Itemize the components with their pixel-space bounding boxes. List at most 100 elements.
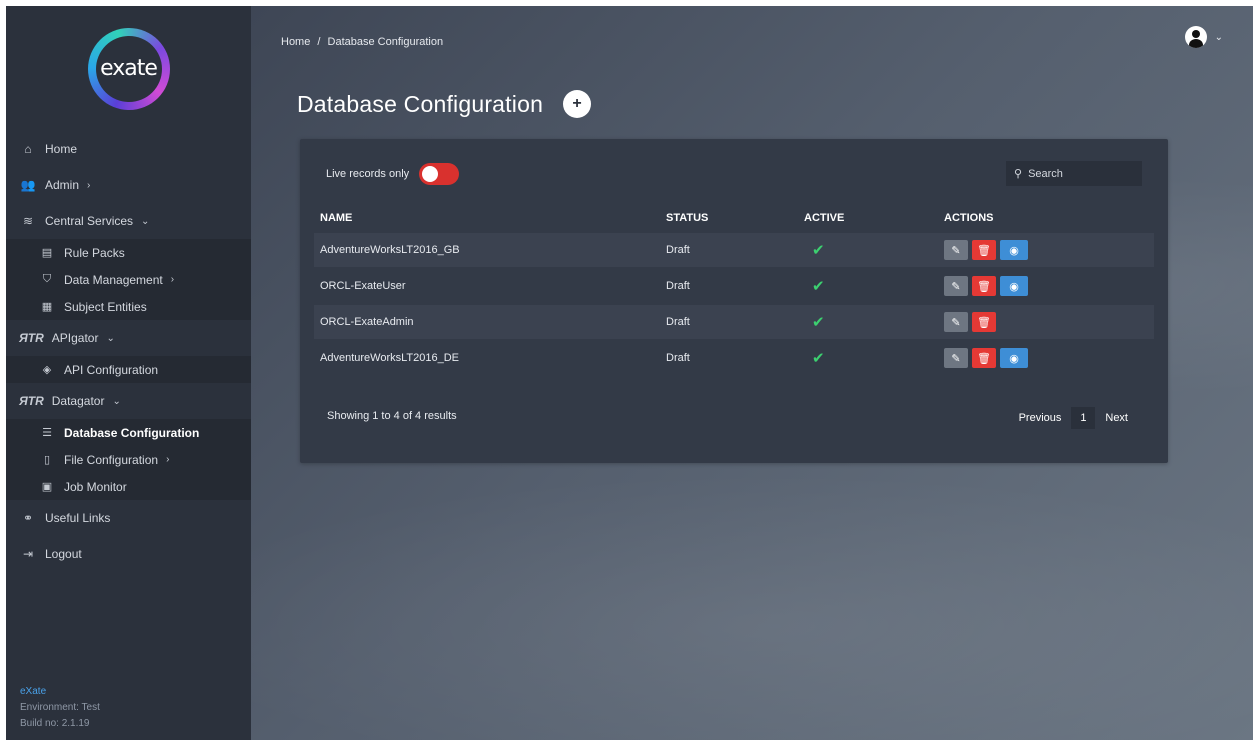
sidebar-item-data-management[interactable]: ⛉ Data Management ›	[6, 266, 251, 293]
sidebar-item-label: Home	[45, 142, 78, 156]
database-icon: ☰	[42, 427, 52, 439]
avatar[interactable]	[1184, 26, 1207, 48]
edit-button[interactable]: ✎	[944, 276, 968, 296]
sidebar-item-subject-entities[interactable]: ▦ Subject Entities	[6, 293, 251, 320]
apigator-nav: ЯTR APIgator ⌄	[6, 320, 251, 356]
build-label: Build no: 2.1.19	[20, 718, 90, 729]
row-name: AdventureWorksLT2016_DE	[320, 352, 459, 364]
breadcrumb-separator: /	[317, 36, 321, 48]
delete-button[interactable]: 🗑	[972, 276, 996, 296]
logout-icon: ⇥	[22, 547, 34, 561]
edit-button[interactable]: ✎	[944, 348, 968, 368]
chevron-right-icon: ›	[170, 274, 175, 285]
eye-icon: ◉	[1009, 280, 1019, 293]
sidebar-item-label: Job Monitor	[64, 479, 127, 494]
sidebar-item-rule-packs[interactable]: ▤ Rule Packs	[6, 239, 251, 266]
sidebar-nav: ⌂ Home 👥 Admin › ≋ Central Services ⌄	[6, 131, 251, 239]
exate-logo[interactable]: exate	[87, 27, 170, 110]
edit-button[interactable]: ✎	[944, 312, 968, 332]
sidebar-footer: eXate Environment: Test Build no: 2.1.19	[20, 684, 100, 732]
live-records-toggle[interactable]	[419, 163, 460, 185]
sidebar-item-apigator[interactable]: ЯTR APIgator ⌄	[6, 320, 251, 356]
sidebar-item-database-configuration[interactable]: ☰ Database Configuration	[6, 419, 251, 446]
delete-button[interactable]: 🗑	[972, 348, 996, 368]
pencil-icon: ✎	[951, 316, 961, 329]
delete-button[interactable]: 🗑	[972, 312, 996, 332]
sidebar-item-label: API Configuration	[64, 362, 159, 377]
column-header-status[interactable]: STATUS	[666, 212, 804, 224]
pencil-icon: ✎	[951, 244, 961, 257]
sidebar-item-datagator[interactable]: ЯTR Datagator ⌄	[6, 383, 251, 419]
breadcrumb: Home / Database Configuration	[281, 36, 443, 48]
configuration-table: NAME STATUS ACTIVE ACTIONS AdventureWork…	[314, 205, 1154, 375]
previous-page-button[interactable]: Previous	[1019, 412, 1062, 424]
sidebar-item-label: Useful Links	[45, 511, 111, 525]
sidebar-item-admin[interactable]: 👥 Admin ›	[6, 167, 251, 203]
pencil-icon: ✎	[951, 352, 961, 365]
search-box: ⚲	[1006, 161, 1142, 186]
sidebar-item-label: Admin	[45, 178, 80, 192]
sidebar-item-label: File Configuration	[64, 452, 159, 467]
view-button[interactable]: ◉	[1000, 240, 1028, 260]
column-header-active[interactable]: ACTIVE	[804, 212, 944, 224]
sidebar-item-file-configuration[interactable]: ▯ File Configuration ›	[6, 446, 251, 473]
row-active: ✔	[804, 349, 944, 367]
sidebar-item-label: Subject Entities	[64, 299, 147, 314]
user-menu[interactable]: ⌄	[1184, 26, 1223, 48]
search-input[interactable]	[1028, 167, 1129, 180]
link-icon: ⚭	[22, 511, 34, 525]
page-number-button[interactable]: 1	[1071, 407, 1096, 429]
trash-icon: 🗑	[977, 244, 991, 257]
row-status: Draft	[666, 244, 690, 256]
trash-icon: 🗑	[977, 352, 991, 365]
sidebar-item-api-configuration[interactable]: ◈ API Configuration	[6, 356, 251, 383]
apigator-logo-icon: ЯTR	[19, 331, 44, 345]
row-status: Draft	[666, 280, 690, 292]
shield-icon: ⛉	[42, 273, 52, 285]
view-button[interactable]: ◉	[1000, 276, 1028, 296]
view-button[interactable]: ◉	[1000, 348, 1028, 368]
environment-label: Environment: Test	[20, 702, 100, 713]
sidebar-item-label: Database Configuration	[64, 425, 200, 440]
chevron-right-icon: ›	[166, 454, 170, 465]
footer-brand[interactable]: eXate	[20, 684, 100, 700]
check-icon: ✔	[812, 242, 825, 259]
briefcase-icon: ▣	[41, 481, 53, 493]
delete-button[interactable]: 🗑	[972, 240, 996, 260]
users-icon: 👥	[20, 178, 36, 192]
sidebar-item-job-monitor[interactable]: ▣ Job Monitor	[6, 473, 251, 500]
file-icon: ▯	[43, 454, 51, 466]
table-row: AdventureWorksLT2016_DE Draft ✔ ✎ 🗑 ◉	[314, 341, 1154, 375]
row-actions: ✎ 🗑 ◉	[944, 276, 1154, 296]
logo-area: exate	[6, 6, 251, 131]
check-icon: ✔	[812, 314, 825, 331]
check-icon: ✔	[812, 278, 825, 295]
add-configuration-button[interactable]: +	[563, 90, 592, 118]
toggle-knob	[422, 166, 439, 182]
breadcrumb-home[interactable]: Home	[281, 36, 310, 48]
layers-icon: ≋	[22, 214, 34, 228]
live-records-label: Live records only	[326, 168, 410, 180]
main-content: Home / Database Configuration ⌄ Database…	[251, 6, 1253, 740]
column-header-name[interactable]: NAME	[314, 212, 666, 224]
edit-button[interactable]: ✎	[944, 240, 968, 260]
sidebar-item-useful-links[interactable]: ⚭ Useful Links	[6, 500, 251, 536]
configuration-panel: Live records only ⚲ NAME STATUS ACTIVE A…	[300, 139, 1168, 463]
check-icon: ✔	[812, 350, 825, 367]
sidebar-item-logout[interactable]: ⇥ Logout	[6, 536, 251, 572]
eye-icon: ◉	[1009, 244, 1019, 257]
sidebar-item-label: Logout	[45, 547, 82, 561]
live-records-filter: Live records only	[326, 163, 460, 185]
trash-icon: 🗑	[977, 280, 991, 293]
sidebar: exate ⌂ Home 👥 Admin › ≋ Central Service…	[6, 6, 251, 740]
logo-text: exate	[95, 35, 162, 102]
datagator-nav: ЯTR Datagator ⌄	[6, 383, 251, 419]
central-services-submenu: ▤ Rule Packs ⛉ Data Management › ▦ Subje…	[6, 239, 251, 320]
next-page-button[interactable]: Next	[1105, 412, 1128, 424]
sidebar-item-home[interactable]: ⌂ Home	[6, 131, 251, 167]
sidebar-item-label: Rule Packs	[64, 245, 125, 260]
list-icon: ▤	[41, 247, 53, 259]
results-summary: Showing 1 to 4 of 4 results	[327, 410, 457, 422]
cube-icon: ◈	[42, 364, 52, 376]
sidebar-item-central-services[interactable]: ≋ Central Services ⌄	[6, 203, 251, 239]
